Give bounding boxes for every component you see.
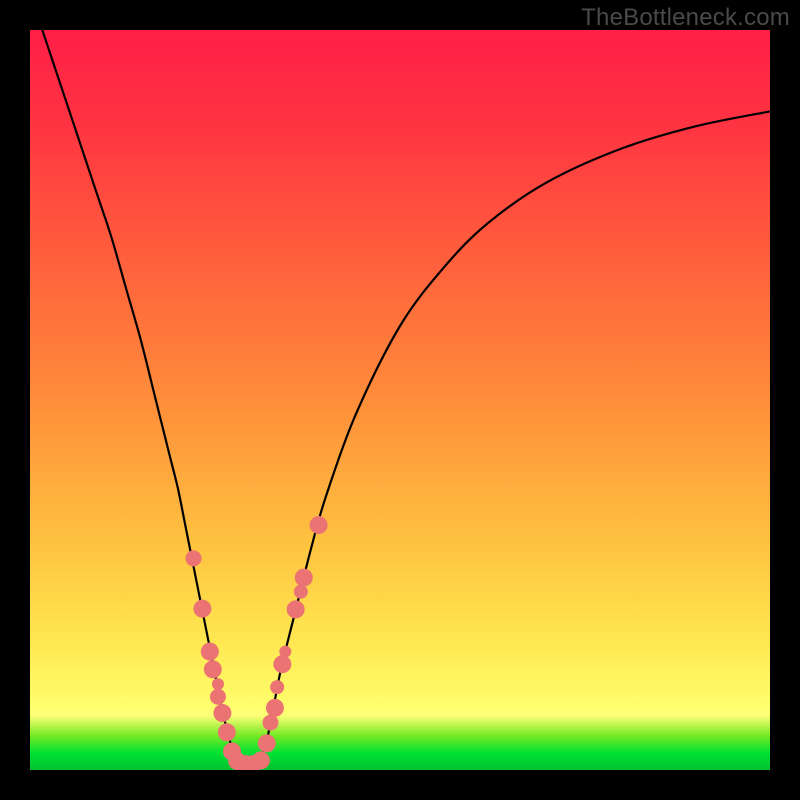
sample-point [204,660,222,678]
sample-point [287,600,305,618]
sample-point [294,585,308,599]
sample-point [213,704,231,722]
sample-point [295,569,313,587]
sample-point [212,678,224,690]
sample-point [218,723,236,741]
sample-point [193,600,211,618]
sample-point [201,643,219,661]
sample-point [252,751,270,769]
sample-point [258,734,276,752]
chart-svg [30,30,770,770]
gradient-background [30,30,770,770]
sample-point [279,646,291,658]
sample-point [186,550,202,566]
sample-point [270,680,284,694]
sample-point [310,516,328,534]
sample-point [263,715,279,731]
sample-point [273,655,291,673]
watermark-text: TheBottleneck.com [581,4,790,32]
chart-frame: TheBottleneck.com [0,0,800,800]
sample-point [210,689,226,705]
sample-point [266,699,284,717]
